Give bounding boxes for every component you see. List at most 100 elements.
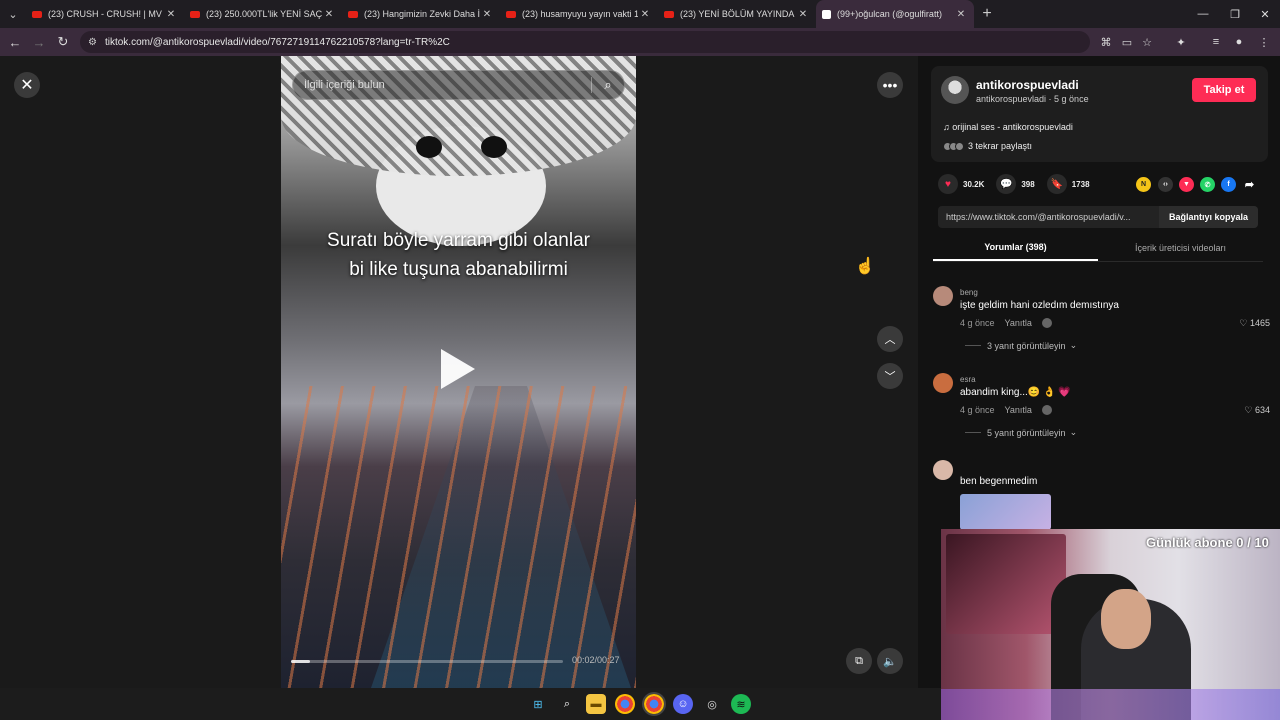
previous-video-icon[interactable]: ︿	[877, 326, 903, 352]
file-explorer-icon[interactable]: ▬	[586, 694, 606, 714]
commenter-avatar[interactable]	[933, 460, 953, 480]
author-avatar[interactable]	[941, 76, 969, 104]
tab-close-icon[interactable]: ✕	[954, 9, 968, 20]
commenter-avatar[interactable]	[933, 373, 953, 393]
floating-player-icon[interactable]: ⧉	[846, 648, 872, 674]
back-icon[interactable]: ←	[3, 30, 27, 54]
comment-icon: 💬	[996, 174, 1017, 194]
reload-icon[interactable]: ↻	[51, 30, 75, 54]
tab-label: (99+)oğulcan (@ogulfiratt)	[837, 9, 942, 19]
bookmark-star-icon[interactable]: ☆	[1138, 33, 1156, 51]
embed-icon[interactable]: ‹›	[1158, 177, 1173, 192]
save-button[interactable]: 🔖 1738	[1046, 174, 1090, 194]
browser-tab[interactable]: (23) CRUSH - CRUSH! | MV Vide ✕	[26, 0, 184, 28]
copy-link-button[interactable]: Bağlantıyı kopyala	[1158, 206, 1258, 228]
comment-button[interactable]: 💬 398	[996, 174, 1035, 194]
comment-time: 4 g önce	[960, 405, 995, 415]
minimize-icon[interactable]: —	[1186, 0, 1220, 28]
like-button[interactable]: ♥ 30.2K	[938, 174, 984, 194]
commenter-avatar[interactable]	[933, 286, 953, 306]
browser-tab-active[interactable]: (99+)oğulcan (@ogulfiratt) ✕	[816, 0, 974, 28]
tab-close-icon[interactable]: ✕	[322, 9, 336, 20]
start-icon[interactable]: ⊞	[528, 694, 548, 714]
media-icon[interactable]: ≡	[1207, 33, 1225, 51]
spotify-icon[interactable]: ≋	[731, 694, 751, 714]
tab-close-icon[interactable]: ✕	[480, 9, 494, 20]
commenter-name[interactable]: esra	[960, 375, 976, 384]
avatar	[955, 141, 964, 151]
comment-like[interactable]: ♡ 1465	[1239, 318, 1270, 329]
youtube-icon	[348, 10, 358, 18]
facebook-icon[interactable]: f	[1221, 177, 1236, 192]
heart-outline-icon: ♡	[1239, 318, 1250, 328]
tab-comments[interactable]: Yorumlar (398)	[933, 234, 1098, 261]
tab-close-icon[interactable]: ✕	[796, 9, 810, 20]
commenter-name[interactable]: beng	[960, 288, 978, 297]
translate-icon[interactable]: ⌘	[1097, 33, 1115, 51]
browser-tab[interactable]: (23) 250.000TL'lik YENİ SAÇIM ✕	[184, 0, 342, 28]
youtube-icon	[506, 10, 516, 18]
chrome-icon[interactable]	[615, 694, 635, 714]
address-bar[interactable]: ⚙ tiktok.com/@antikorospuevladi/video/76…	[80, 31, 1090, 53]
new-tab-button[interactable]: +	[974, 5, 1000, 23]
share-arrow-icon[interactable]: ➦	[1242, 177, 1257, 192]
comment-image[interactable]	[960, 494, 1051, 530]
tab-creator-videos[interactable]: İçerik üreticisi videoları	[1098, 234, 1263, 261]
browser-tab[interactable]: (23) husamyuyu yayın vakti 19 ✕	[500, 0, 658, 28]
youtube-icon	[664, 10, 674, 18]
close-video-icon[interactable]: ✕	[14, 72, 40, 98]
browser-tab[interactable]: (23) YENİ BÖLÜM YAYINDA ✕	[658, 0, 816, 28]
cast-icon[interactable]: ▭	[1118, 33, 1136, 51]
address-url[interactable]: tiktok.com/@antikorospuevladi/video/7672…	[105, 37, 450, 48]
whatsapp-icon[interactable]: ✆	[1200, 177, 1215, 192]
heart-icon: ♥	[938, 174, 958, 194]
video-frame-eye	[481, 136, 507, 158]
browser-tab[interactable]: (23) Hangimizin Zevki Daha İyi ✕	[342, 0, 500, 28]
site-info-icon[interactable]: ⚙	[88, 37, 97, 48]
view-replies-button[interactable]: 3 yanıt görüntüleyin ⌄	[965, 340, 1077, 351]
send-icon[interactable]: ▼	[1179, 177, 1194, 192]
taskbar: ⊞ ⌕ ▬ ☺ ◎ ≋	[0, 688, 941, 720]
reposts-row[interactable]: 3 tekrar paylaştı	[943, 141, 1032, 151]
view-replies-label: 3 yanıt görüntüleyin	[987, 340, 1066, 351]
more-options-icon[interactable]: •••	[877, 72, 903, 98]
search-input[interactable]	[304, 79, 591, 91]
reposts-label: 3 tekrar paylaştı	[968, 141, 1033, 151]
browser-toolbar: ← → ↻ ⚙ tiktok.com/@antikorospuevladi/vi…	[0, 28, 1280, 56]
reply-button[interactable]: Yanıtla	[1005, 318, 1032, 328]
video-time: 00:02/00:27	[572, 655, 620, 665]
tab-close-icon[interactable]: ✕	[638, 9, 652, 20]
progress-bar[interactable]	[291, 660, 563, 663]
search-taskbar-icon[interactable]: ⌕	[557, 694, 577, 714]
play-icon[interactable]	[441, 349, 475, 389]
view-replies-button[interactable]: 5 yanıt görüntüleyin ⌄	[965, 427, 1077, 438]
window-close-icon[interactable]: ✕	[1248, 0, 1280, 28]
chrome-active-icon[interactable]	[642, 692, 666, 716]
obs-icon[interactable]: ◎	[702, 694, 722, 714]
menu-kebab-icon[interactable]: ⋮	[1255, 33, 1273, 51]
discord-icon[interactable]: ☺	[673, 694, 693, 714]
music-note-icon: ♫	[943, 122, 953, 132]
next-video-icon[interactable]: ﹀	[877, 363, 903, 389]
profile-avatar[interactable]: ●	[1230, 33, 1248, 51]
comment-like[interactable]: ♡ 634	[1244, 405, 1270, 416]
extensions-icon[interactable]: ✦	[1172, 33, 1190, 51]
author-name[interactable]: antikorospuevladi	[976, 78, 1079, 92]
share-alternate-icon[interactable]: N	[1136, 177, 1151, 192]
related-search-box[interactable]: ⌕	[292, 70, 625, 100]
volume-icon[interactable]: 🔈	[877, 648, 903, 674]
comment-meta: 4 g önce Yanıtla	[960, 405, 1052, 415]
share-link-url[interactable]: https://www.tiktok.com/@antikorospuevlad…	[938, 212, 1159, 222]
search-icon[interactable]: ⌕	[592, 77, 624, 93]
webcam-poster	[946, 534, 1066, 634]
video-player[interactable]: Suratı böyle yarram gibi olanlar bi like…	[281, 56, 636, 688]
tab-close-icon[interactable]: ✕	[164, 9, 178, 20]
reply-button[interactable]: Yanıtla	[1005, 405, 1032, 415]
music-link[interactable]: ♫ orijinal ses - antikorospuevladi	[943, 122, 1073, 132]
forward-icon[interactable]: →	[27, 30, 51, 54]
tab-search-chevron-icon[interactable]: ⌄	[0, 0, 26, 28]
video-stage: ✕ Suratı böyle yarram gibi olanlar bi li…	[0, 56, 918, 688]
follow-button[interactable]: Takip et	[1192, 78, 1256, 102]
caption-line: Suratı böyle yarram gibi olanlar	[327, 230, 590, 251]
restore-icon[interactable]: ❐	[1218, 0, 1252, 28]
